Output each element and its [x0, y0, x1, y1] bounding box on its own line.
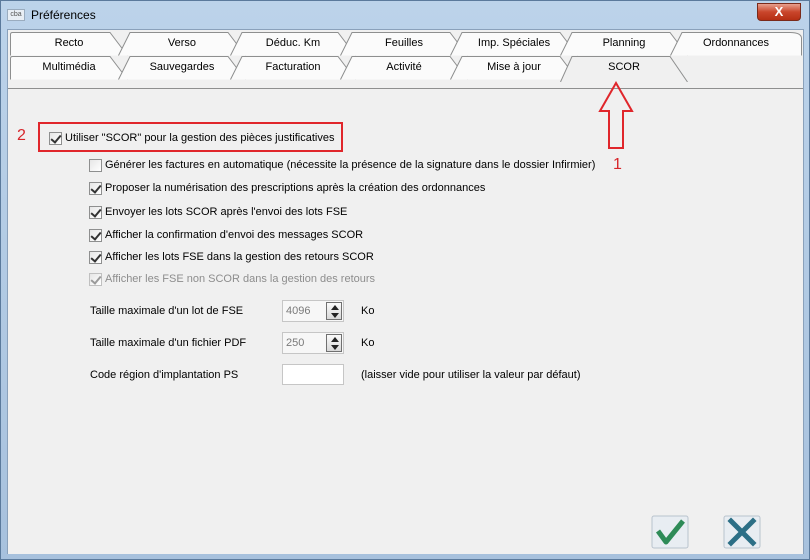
app-icon: cba — [7, 9, 25, 21]
lot-fse-size-stepper: 4096 — [282, 300, 344, 322]
auto-invoices-label: Générer les factures en automatique (néc… — [105, 159, 596, 171]
tab-activite[interactable]: Activité — [340, 56, 468, 80]
lot-fse-size-value: 4096 — [286, 305, 311, 317]
tab-imp-speciales[interactable]: Imp. Spéciales — [450, 32, 578, 56]
show-confirmation-checkbox[interactable] — [89, 228, 102, 242]
show-fse-lots-checkbox[interactable] — [89, 250, 102, 264]
tab-label: Déduc. Km — [265, 37, 321, 49]
show-confirmation-label: Afficher la confirmation d'envoi des mes… — [105, 229, 364, 241]
spin-arrows-icon — [326, 334, 342, 352]
tab-label: Sauvegardes — [149, 61, 215, 73]
lot-fse-size-label: Taille maximale d'un lot de FSE — [90, 305, 244, 317]
show-fse-lots-label: Afficher les lots FSE dans la gestion de… — [105, 251, 374, 263]
use-scor-option[interactable]: Utiliser "SCOR" pour la gestion des pièc… — [49, 130, 334, 146]
tab-verso[interactable]: Verso — [118, 32, 246, 56]
scan-prescriptions-checkbox[interactable] — [89, 181, 102, 195]
title-bar[interactable]: cba Préférences X — [1, 1, 809, 29]
show-fse-lots-option[interactable]: Afficher les lots FSE dans la gestion de… — [89, 249, 374, 265]
show-confirmation-option[interactable]: Afficher la confirmation d'envoi des mes… — [89, 227, 363, 243]
tab-recto[interactable]: Recto — [10, 32, 128, 56]
send-scor-lots-option[interactable]: Envoyer les lots SCOR après l'envoi des … — [89, 204, 347, 220]
send-scor-lots-checkbox[interactable] — [89, 205, 102, 219]
use-scor-checkbox[interactable] — [49, 131, 62, 145]
checkmark-icon — [651, 515, 689, 549]
close-button[interactable]: X — [757, 3, 801, 21]
scan-prescriptions-option[interactable]: Proposer la numérisation des prescriptio… — [89, 180, 485, 196]
pdf-size-unit: Ko — [361, 337, 375, 349]
annotation-number-2: 2 — [17, 127, 26, 144]
tab-feuilles[interactable]: Feuilles — [340, 32, 468, 56]
cross-icon — [723, 515, 761, 549]
tab-deduc-km[interactable]: Déduc. Km — [230, 32, 356, 56]
tab-label: Ordonnances — [702, 37, 770, 49]
tab-label: Imp. Spéciales — [477, 37, 551, 49]
tab-label: SCOR — [608, 61, 640, 73]
send-scor-lots-label: Envoyer les lots SCOR après l'envoi des … — [105, 206, 348, 218]
annotation-arrow — [598, 81, 634, 149]
tab-ordonnances[interactable]: Ordonnances — [670, 32, 802, 56]
region-code-hint: (laisser vide pour utiliser la valeur pa… — [361, 369, 581, 381]
tab-label: Facturation — [265, 61, 321, 73]
region-code-label: Code région d'implantation PS — [90, 369, 239, 381]
tab-label: Planning — [602, 37, 646, 49]
tab-label: Verso — [167, 37, 197, 49]
pdf-size-stepper: 250 — [282, 332, 344, 354]
auto-invoices-option[interactable]: Générer les factures en automatique (néc… — [89, 157, 595, 173]
tab-scor[interactable]: SCOR — [560, 56, 688, 82]
show-non-scor-option: Afficher les FSE non SCOR dans la gestio… — [89, 271, 375, 287]
tab-facturation[interactable]: Facturation — [230, 56, 356, 80]
tab-planning[interactable]: Planning — [560, 32, 688, 56]
pdf-size-value: 250 — [286, 337, 305, 349]
region-code-input[interactable] — [282, 364, 344, 385]
tab-label: Multimédia — [42, 61, 96, 73]
window-title: Préférences — [31, 8, 96, 22]
use-scor-label: Utiliser "SCOR" pour la gestion des pièc… — [65, 132, 335, 144]
tab-label: Mise à jour — [487, 61, 541, 73]
tab-mise-a-jour[interactable]: Mise à jour — [450, 56, 578, 80]
spin-arrows-icon — [326, 302, 342, 320]
show-non-scor-checkbox — [89, 272, 102, 286]
confirm-button[interactable] — [651, 515, 689, 549]
auto-invoices-checkbox[interactable] — [89, 158, 102, 172]
client-area: Recto Verso Déduc. Km Feuilles Imp. Spéc… — [7, 29, 804, 554]
tab-label: Recto — [54, 37, 84, 49]
tab-multimedia[interactable]: Multimédia — [10, 56, 128, 80]
scan-prescriptions-label: Proposer la numérisation des prescriptio… — [105, 182, 486, 194]
annotation-number-1: 1 — [613, 156, 622, 173]
lot-fse-unit: Ko — [361, 305, 375, 317]
cancel-button[interactable] — [723, 515, 761, 549]
tab-label: Feuilles — [385, 37, 423, 49]
show-non-scor-label: Afficher les FSE non SCOR dans la gestio… — [105, 273, 376, 285]
tab-label: Activité — [386, 61, 422, 73]
preferences-window: cba Préférences X Recto Verso Déduc. Km … — [0, 0, 810, 560]
pdf-size-label: Taille maximale d'un fichier PDF — [90, 337, 247, 349]
tab-sauvegardes[interactable]: Sauvegardes — [118, 56, 246, 80]
